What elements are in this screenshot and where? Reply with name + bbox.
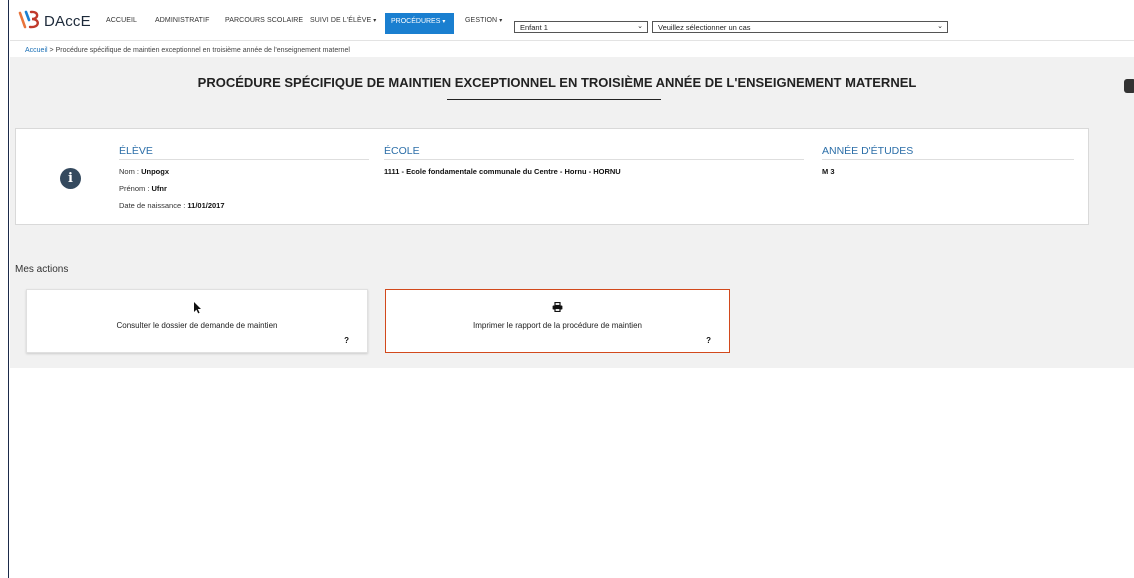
nav-gestion[interactable]: GESTION ▾ [465,17,502,24]
nav-suivi-eleve[interactable]: SUIVI DE L'ÉLÈVE ▾ [310,17,376,24]
print-icon [386,301,729,315]
side-panel-tab[interactable] [1124,79,1134,93]
year-section-rule [822,159,1074,160]
chevron-down-icon: ⌄ [637,23,643,30]
print-report-action[interactable]: Imprimer le rapport de la procédure de m… [385,289,730,353]
nav-parcours-label: PARCOURS SCOLAIRE [225,17,304,24]
last-name-value: Unpogx [141,167,170,176]
breadcrumb-current: Procédure spécifique de maintien excepti… [55,47,350,54]
chevron-down-icon: ⌄ [937,23,943,30]
breadcrumb: Accueil > Procédure spécifique de mainti… [25,47,350,54]
nav-procedures[interactable]: PROCÉDURES ▾ [385,13,454,34]
nav-accueil[interactable]: ACCUEIL [106,17,137,24]
info-icon: i [60,168,81,189]
student-birth-date: Date de naissance : 11/01/2017 [119,201,225,210]
brand-name[interactable]: DAccE [44,13,91,30]
print-report-help[interactable]: ? [706,336,711,345]
student-info-card: i ÉLÈVE Nom : Unpogx Prénom : Ufnr Date … [15,128,1089,225]
actions-title: Mes actions [15,264,69,275]
case-select-placeholder: Veuillez sélectionner un cas [658,23,751,32]
nav-suivi-label: SUIVI DE L'ÉLÈVE [310,17,372,24]
school-section-rule [384,159,804,160]
first-name-value: Ufnr [151,184,167,193]
last-name-label: Nom : [119,167,142,176]
breadcrumb-separator: > [47,47,56,54]
study-year-value: M 3 [822,167,835,176]
window-left-edge [0,0,9,578]
birth-date-value: 11/01/2017 [187,201,225,210]
nav-accueil-label: ACCUEIL [106,17,138,24]
child-select[interactable]: Enfant 1 ⌄ [514,21,648,33]
nav-administratif[interactable]: ADMINISTRATIF [155,17,209,24]
nav-gestion-label: GESTION [465,17,498,24]
main-content: PROCÉDURE SPÉCIFIQUE DE MAINTIEN EXCEPTI… [10,57,1134,368]
print-icon-svg [552,301,563,313]
child-select-value: Enfant 1 [520,23,548,32]
student-first-name: Prénom : Ufnr [119,184,167,193]
pointer-icon [27,302,367,317]
birth-date-label: Date de naissance : [119,201,188,210]
school-name: 1111 - Ecole fondamentale communale du C… [384,167,621,176]
study-year: M 3 [822,167,835,176]
chevron-down-icon: ▾ [442,19,446,25]
empty-area [10,368,1134,578]
pointer-icon-svg [193,302,201,314]
nav-parcours-scolaire[interactable]: PARCOURS SCOLAIRE [225,17,303,24]
year-section-title: ANNÉE D'ÉTUDES [822,145,914,157]
consult-dossier-label: Consulter le dossier de demande de maint… [116,321,278,330]
nav-procedures-label: PROCÉDURES [391,18,441,25]
print-report-label: Imprimer le rapport de la procédure de m… [473,321,642,330]
breadcrumb-home-link[interactable]: Accueil [25,47,48,54]
consult-dossier-help[interactable]: ? [344,336,349,345]
case-select[interactable]: Veuillez sélectionner un cas ⌄ [652,21,948,33]
consult-dossier-action[interactable]: Consulter le dossier de demande de maint… [26,289,368,353]
nav-administratif-label: ADMINISTRATIF [155,17,210,24]
navbar-divider [10,40,1134,41]
chevron-down-icon: ▾ [373,18,377,24]
title-underline [447,99,661,100]
app-window: DAccE ACCUEIL ADMINISTRATIF PARCOURS SCO… [10,0,1134,578]
school-section-title: ÉCOLE [384,145,420,157]
first-name-label: Prénom : [119,184,152,193]
daccee-logo-icon[interactable] [17,8,43,32]
top-navbar: DAccE ACCUEIL ADMINISTRATIF PARCOURS SCO… [10,0,1134,40]
chevron-down-icon: ▾ [499,18,503,24]
student-section-title: ÉLÈVE [119,145,153,157]
student-last-name: Nom : Unpogx [119,167,169,176]
page-title: PROCÉDURE SPÉCIFIQUE DE MAINTIEN EXCEPTI… [197,75,917,90]
school-name-value: 1111 - Ecole fondamentale communale du C… [384,167,621,176]
student-section-rule [119,159,369,160]
